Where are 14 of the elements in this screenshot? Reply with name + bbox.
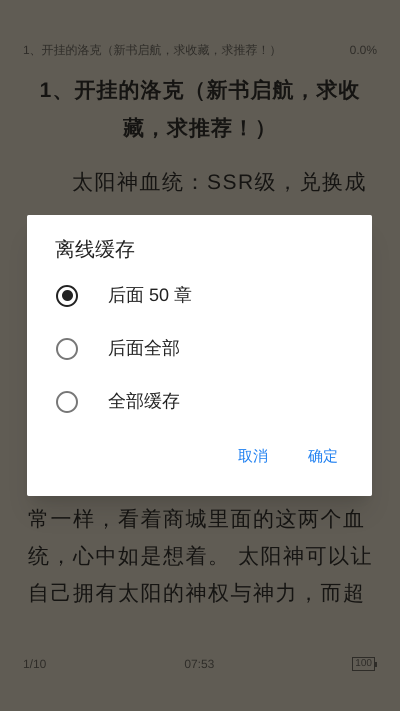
body-text-line: 常一样，看着商城里面的这两个血 xyxy=(28,507,366,533)
radio-option[interactable]: 全部缓存 xyxy=(27,375,372,428)
body-text-line: 统，心中如是想着。 太阳神可以让 xyxy=(28,544,373,570)
dialog-title: 离线缓存 xyxy=(55,238,135,263)
radio-button[interactable] xyxy=(56,390,78,412)
radio-option[interactable]: 后面 50 章 xyxy=(27,269,372,322)
radio-button[interactable] xyxy=(56,284,78,306)
body-text-line: 太阳神血统：SSR级，兑换成 xyxy=(72,170,368,196)
radio-option[interactable]: 后面全部 xyxy=(27,322,372,375)
cancel-button[interactable]: 取消 xyxy=(238,446,268,468)
body-text-line: 自己拥有太阳的神权与神力，而超 xyxy=(28,581,366,607)
confirm-button[interactable]: 确定 xyxy=(308,446,338,468)
chapter-title: 1、开挂的洛克（新书启航，求收藏，求推荐！） xyxy=(38,78,362,142)
radio-button[interactable] xyxy=(56,338,78,360)
